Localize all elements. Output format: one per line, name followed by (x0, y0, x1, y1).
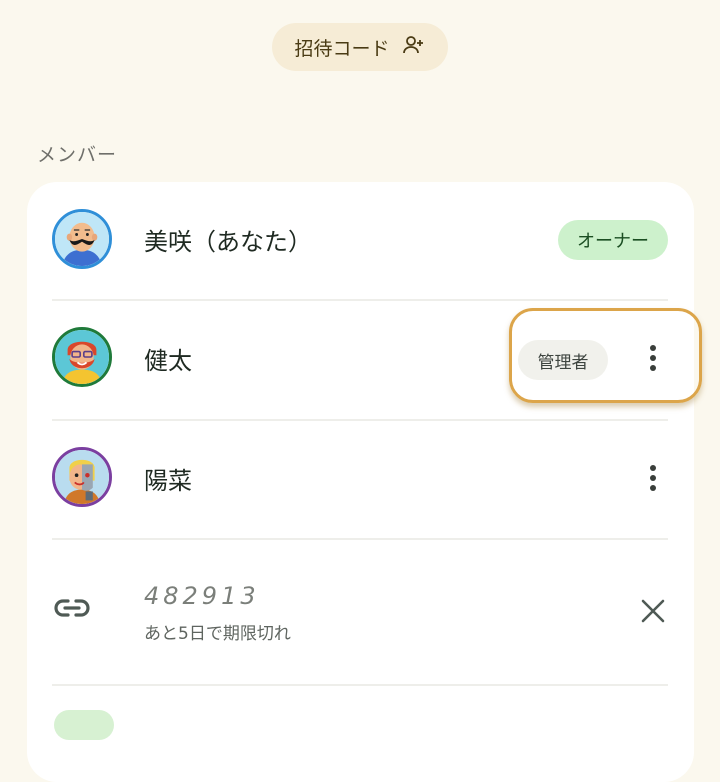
close-icon (638, 599, 668, 630)
admin-badge[interactable]: 管理者 (518, 340, 608, 380)
avatar (52, 209, 112, 269)
avatar (52, 447, 112, 507)
invite-code-button[interactable]: 招待コード (272, 23, 448, 71)
divider (52, 684, 668, 686)
more-options-button[interactable] (638, 465, 668, 495)
invite-code-label: 招待コード (294, 37, 390, 60)
members-card: 美咲（あなた） オーナー 健太 管理者 陽菜 482913 あと5日で期限切れ (27, 182, 702, 782)
member-name: 健太 (144, 347, 192, 375)
invite-code-expiry: あと5日で期限切れ (144, 624, 291, 644)
member-row-owner[interactable]: 美咲（あなた） オーナー (52, 182, 669, 300)
members-section-label: メンバー (37, 144, 118, 166)
member-row[interactable]: 陽菜 (52, 421, 669, 539)
next-row-chip (54, 710, 114, 740)
revoke-code-button[interactable] (638, 596, 668, 626)
member-name: 陽菜 (144, 467, 192, 495)
invite-code-value: 482913 (144, 582, 260, 610)
member-name: 美咲（あなた） (144, 228, 312, 256)
more-vert-icon (649, 464, 657, 496)
person-add-icon (402, 33, 426, 62)
more-vert-icon (649, 344, 657, 376)
link-icon (54, 597, 92, 627)
member-row-admin[interactable]: 健太 管理者 (52, 301, 702, 419)
divider (52, 538, 668, 540)
more-options-button[interactable] (638, 345, 668, 375)
avatar (52, 327, 112, 387)
invite-code-row: 482913 あと5日で期限切れ (52, 552, 669, 682)
owner-badge: オーナー (558, 220, 668, 260)
